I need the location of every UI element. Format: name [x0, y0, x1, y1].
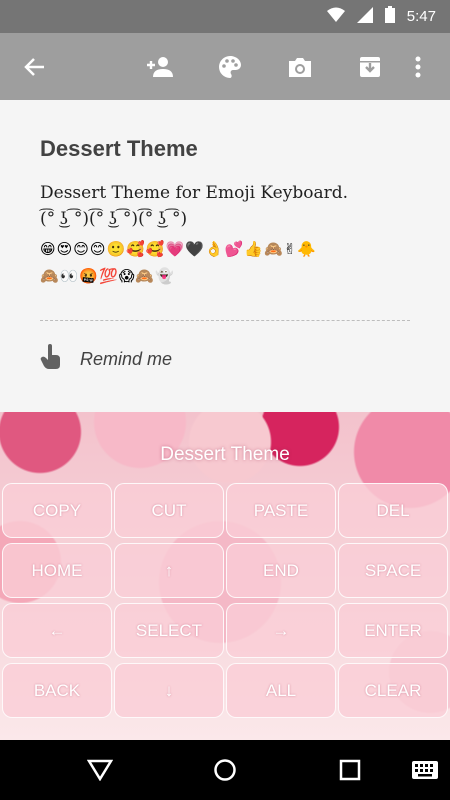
- divider: [40, 320, 410, 321]
- note-body-line: Dessert Theme for Emoji Keyboard.: [40, 183, 349, 203]
- key-space[interactable]: SPACE: [338, 543, 448, 598]
- key-clear[interactable]: CLEAR: [338, 663, 448, 718]
- remind-me-row[interactable]: Remind me: [40, 342, 172, 376]
- key-home[interactable]: HOME: [2, 543, 112, 598]
- key-up-arrow[interactable]: ↑: [114, 543, 224, 598]
- palette-icon[interactable]: [210, 33, 250, 100]
- camera-icon[interactable]: [280, 33, 320, 100]
- app-toolbar: [0, 33, 450, 100]
- back-arrow-icon[interactable]: [14, 33, 54, 100]
- keyboard-title: Dessert Theme: [160, 444, 290, 465]
- key-down-arrow[interactable]: ↓: [114, 663, 224, 718]
- key-del[interactable]: DEL: [338, 483, 448, 538]
- clock-time: 5:47: [406, 8, 436, 25]
- key-enter[interactable]: ENTER: [338, 603, 448, 658]
- add-person-icon[interactable]: [140, 33, 180, 100]
- more-vert-icon[interactable]: [398, 33, 438, 100]
- status-bar: 5:47: [0, 0, 450, 33]
- key-copy[interactable]: COPY: [2, 483, 112, 538]
- recents-square-icon[interactable]: [328, 748, 372, 792]
- theme-keyboard: Dessert Theme COPY CUT PASTE DEL HOME ↑ …: [0, 412, 450, 740]
- keyboard-switch-icon[interactable]: [403, 748, 447, 792]
- key-all[interactable]: ALL: [226, 663, 336, 718]
- key-left-arrow[interactable]: ←: [2, 603, 112, 658]
- note-body[interactable]: Dessert Theme for Emoji Keyboard. (͡° ͜ʖ…: [40, 180, 420, 232]
- reminder-hand-icon: [40, 344, 62, 374]
- signal-icon: [356, 6, 373, 27]
- note-body-line: (͡° ͜ʖ ͡°)(͡° ͜ʖ ͡°)(͡° ͜ʖ ͡°): [40, 209, 188, 229]
- back-triangle-icon[interactable]: [78, 748, 122, 792]
- key-select[interactable]: SELECT: [114, 603, 224, 658]
- emoji-line: 😁😍😊😊🙂🥰🥰💗🖤👌💕👍🙈✌🐥: [40, 240, 317, 258]
- battery-icon: [384, 6, 395, 27]
- home-circle-icon[interactable]: [203, 748, 247, 792]
- archive-icon[interactable]: [350, 33, 390, 100]
- key-paste[interactable]: PASTE: [226, 483, 336, 538]
- key-end[interactable]: END: [226, 543, 336, 598]
- system-nav-bar: [0, 740, 450, 800]
- note-title[interactable]: Dessert Theme: [40, 136, 198, 162]
- key-back[interactable]: BACK: [2, 663, 112, 718]
- key-cut[interactable]: CUT: [114, 483, 224, 538]
- wifi-icon: [326, 7, 345, 27]
- key-right-arrow[interactable]: →: [226, 603, 336, 658]
- emoji-line: 🙈👀🤬💯😱🙈👻: [40, 267, 175, 285]
- remind-me-label: Remind me: [80, 348, 173, 369]
